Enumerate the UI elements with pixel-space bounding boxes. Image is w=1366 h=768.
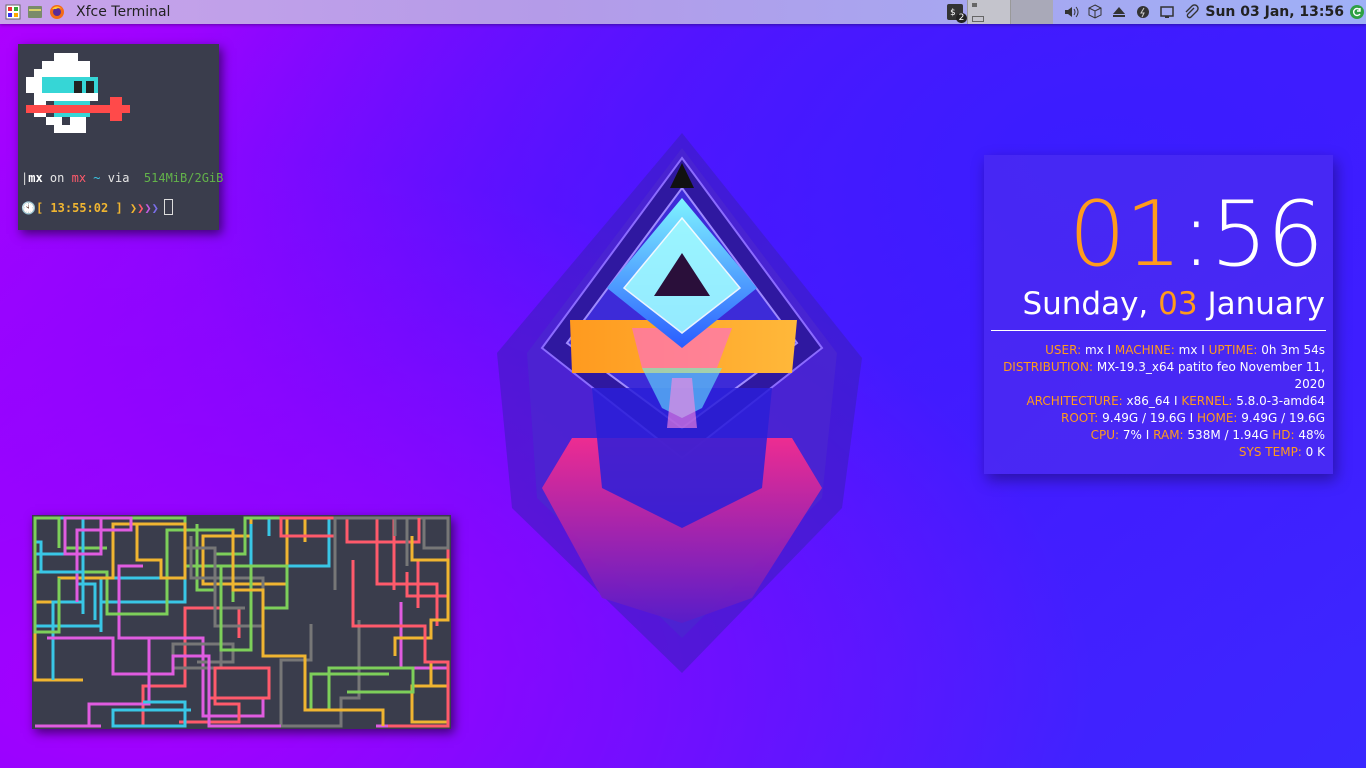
stats-value: 48% bbox=[1294, 428, 1325, 442]
app-menu-icon[interactable] bbox=[2, 1, 24, 23]
date-line: Sunday, 03 January bbox=[1022, 285, 1325, 323]
system-tray: $ 2 Sun 03 Jan, 13:56 bbox=[943, 0, 1366, 24]
system-stats: USER: mx I MACHINE: mx I UPTIME: 0h 3m 5… bbox=[984, 342, 1325, 461]
prompt-input-line[interactable]: 🕙[ 13:55:02 ] ❯❯❯❯ bbox=[21, 199, 173, 215]
stats-value: 9.49G / 19.6G I bbox=[1098, 411, 1198, 425]
stats-key: SYS TEMP: bbox=[1238, 445, 1302, 459]
prompt-user: mx bbox=[28, 171, 43, 185]
clock-minute: 56 bbox=[1210, 182, 1324, 287]
stats-key: MACHINE: bbox=[1114, 343, 1175, 357]
terminal-window[interactable]: |mx on mx ~ via 514MiB/2GiB 🕙[ 13:55:02 … bbox=[18, 44, 223, 230]
prompt-via: via bbox=[107, 171, 130, 185]
volume-icon[interactable] bbox=[1059, 0, 1083, 24]
prompt-time-close: ] bbox=[115, 201, 123, 215]
eject-icon[interactable] bbox=[1107, 0, 1131, 24]
stats-line: USER: mx I MACHINE: mx I UPTIME: 0h 3m 5… bbox=[984, 342, 1325, 359]
prompt-on: on bbox=[49, 171, 65, 185]
workspace-switcher[interactable] bbox=[967, 0, 1054, 24]
workspace-badge: 2 bbox=[955, 13, 968, 23]
package-icon[interactable] bbox=[1083, 0, 1107, 24]
stats-key: HD: bbox=[1272, 428, 1295, 442]
clock-colon: : bbox=[1181, 182, 1211, 287]
pipes-terminal-window[interactable] bbox=[32, 515, 451, 729]
stats-key: UPTIME: bbox=[1208, 343, 1258, 357]
clip-icon[interactable] bbox=[1179, 0, 1203, 24]
clock-hour: 01 bbox=[1068, 182, 1183, 287]
pipe-segment bbox=[179, 666, 271, 724]
prompt-arrow: ❯ bbox=[144, 201, 152, 215]
stats-value: 9.49G / 19.6G bbox=[1237, 411, 1325, 425]
prompt-memory: 514MiB/2GiB bbox=[143, 171, 224, 185]
stats-key: CPU: bbox=[1090, 428, 1120, 442]
stats-line: SYS TEMP: 0 K bbox=[984, 444, 1325, 461]
pipes-animation bbox=[33, 516, 450, 728]
stats-key: HOME: bbox=[1197, 411, 1238, 425]
stats-key: RAM: bbox=[1153, 428, 1184, 442]
workspace-1[interactable] bbox=[967, 0, 1011, 24]
svg-text:$: $ bbox=[950, 8, 955, 18]
stats-value: mx I bbox=[1174, 343, 1209, 357]
pipe-segment bbox=[33, 516, 61, 634]
pipe-segment bbox=[201, 516, 307, 586]
prompt-time-open: [ bbox=[35, 201, 44, 215]
terminal-tray-icon[interactable]: $ 2 bbox=[943, 0, 968, 24]
stats-line: ARCHITECTURE: x86_64 I KERNEL: 5.8.0-3-a… bbox=[984, 393, 1325, 410]
pipe-segment bbox=[375, 516, 450, 626]
stats-key: DISTRIBUTION: bbox=[1003, 360, 1094, 374]
display-icon[interactable] bbox=[1155, 0, 1179, 24]
wallpaper-crystal bbox=[497, 133, 862, 673]
date-day: 03 bbox=[1158, 286, 1198, 322]
prompt-line: |mx on mx ~ via 514MiB/2GiB bbox=[21, 171, 224, 185]
pipe-segment bbox=[135, 522, 187, 580]
stats-value: 0 K bbox=[1301, 445, 1325, 459]
pipe-segment bbox=[279, 516, 421, 584]
stats-line: CPU: 7% I RAM: 538M / 1.94G HD: 48% bbox=[984, 427, 1325, 444]
date-weekday: Sunday, bbox=[1022, 286, 1149, 322]
power-icon[interactable] bbox=[1131, 0, 1155, 24]
top-panel: Xfce Terminal $ 2 Sun 03 Jan, 13:56 bbox=[0, 0, 1366, 24]
stats-value: 538M / 1.94G bbox=[1183, 428, 1273, 442]
stats-value: MX-19.3_x64 patito feo November 11, 2020 bbox=[1093, 360, 1325, 391]
stats-value: 5.8.0-3-amd64 bbox=[1232, 394, 1325, 408]
workspace-2[interactable] bbox=[1010, 0, 1054, 24]
pipe-segment bbox=[249, 516, 331, 568]
stats-key: USER: bbox=[1045, 343, 1082, 357]
stats-value: x86_64 I bbox=[1122, 394, 1182, 408]
clock-icon: 🕙 bbox=[21, 201, 36, 215]
files-icon[interactable] bbox=[24, 1, 46, 23]
divider bbox=[991, 330, 1326, 331]
date-month: January bbox=[1207, 286, 1325, 322]
stats-value: mx I bbox=[1081, 343, 1115, 357]
update-icon[interactable] bbox=[1348, 0, 1366, 24]
pipe-segment bbox=[309, 666, 415, 712]
stats-key: ARCHITECTURE: bbox=[1026, 394, 1123, 408]
window-title[interactable]: Xfce Terminal bbox=[76, 4, 876, 20]
stats-key: ROOT: bbox=[1061, 411, 1099, 425]
prompt-cwd: ~ bbox=[93, 171, 101, 185]
big-clock: 01:56 bbox=[1068, 182, 1324, 287]
firefox-icon[interactable] bbox=[46, 1, 68, 23]
prompt-host: mx bbox=[71, 171, 87, 185]
conky-clock-widget: 01:56 Sunday, 03 January USER: mx I MACH… bbox=[984, 155, 1333, 474]
stats-key: KERNEL: bbox=[1181, 394, 1233, 408]
pixel-knight-icon bbox=[26, 53, 130, 133]
text-cursor bbox=[163, 199, 173, 215]
stats-value: 7% I bbox=[1119, 428, 1154, 442]
prompt-arrow: ❯ bbox=[151, 201, 159, 215]
pipe-segment bbox=[410, 660, 450, 726]
stats-value: 0h 3m 54s bbox=[1257, 343, 1325, 357]
stats-line: ROOT: 9.49G / 19.6G I HOME: 9.49G / 19.6… bbox=[984, 410, 1325, 427]
prompt-time: 13:55:02 bbox=[50, 201, 109, 215]
panel-clock[interactable]: Sun 03 Jan, 13:56 bbox=[1205, 4, 1344, 20]
stats-line: DISTRIBUTION: MX-19.3_x64 patito feo Nov… bbox=[984, 359, 1325, 393]
pipe-segment bbox=[63, 516, 133, 602]
